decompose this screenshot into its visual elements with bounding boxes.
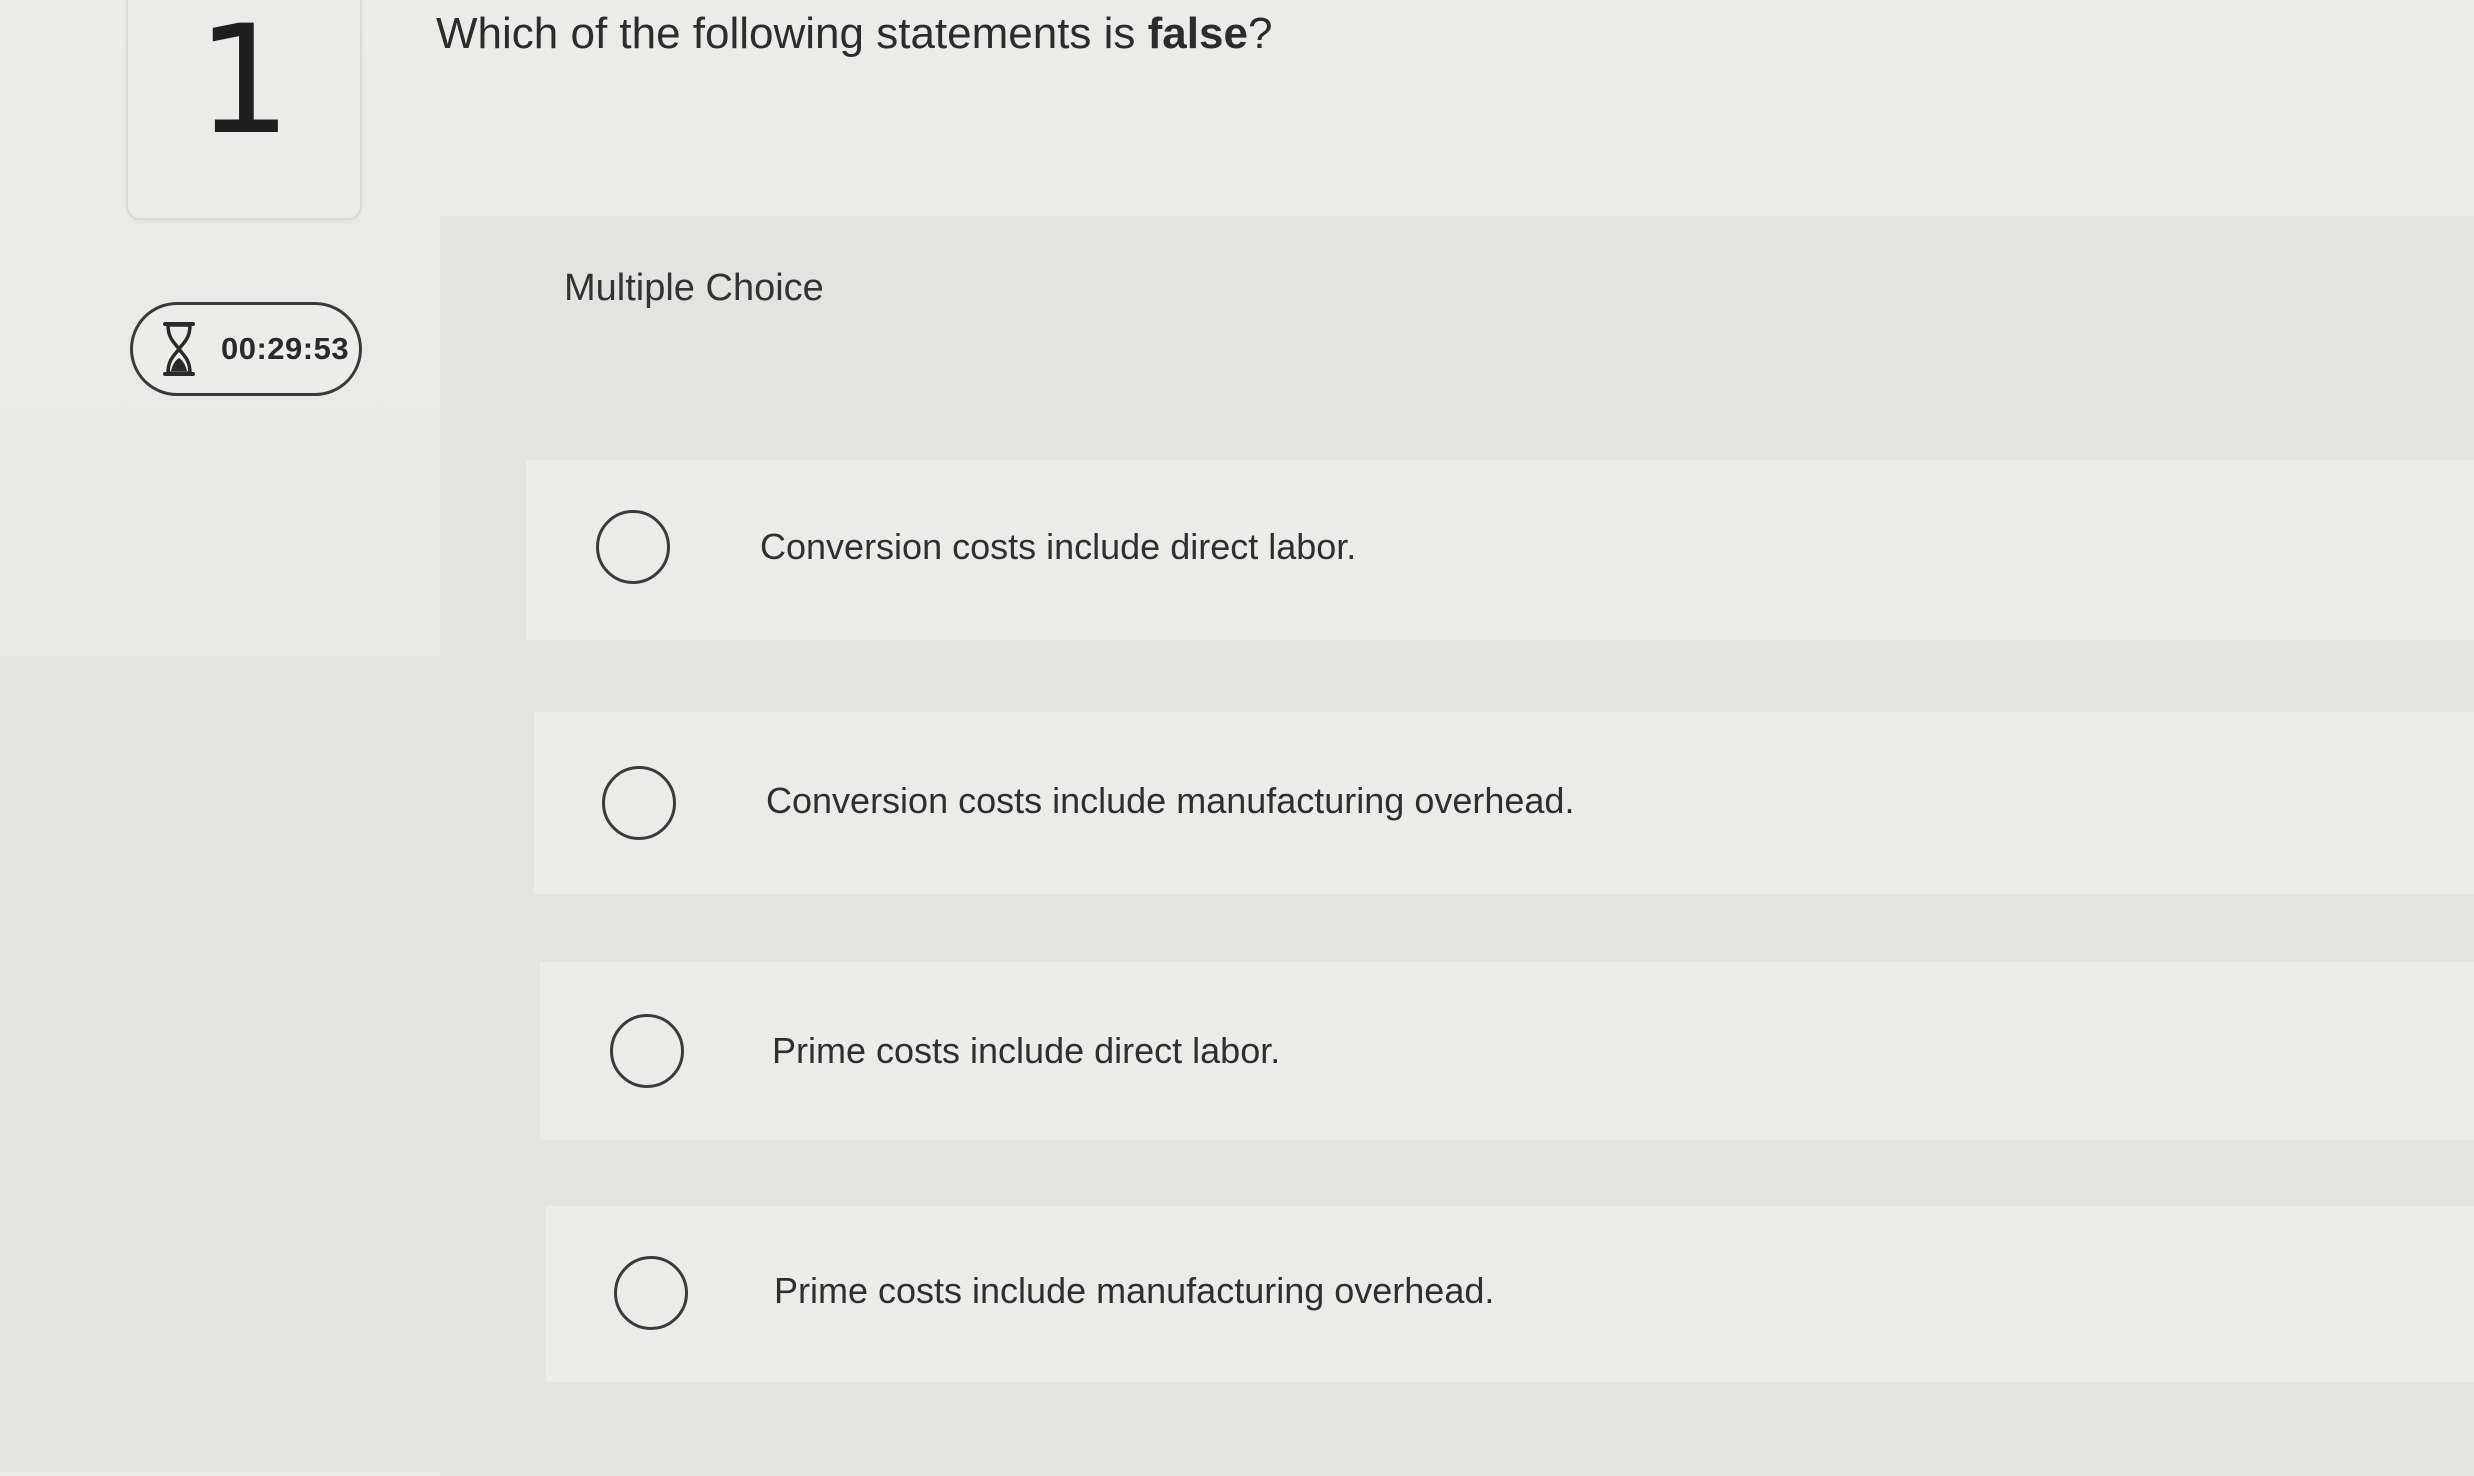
prompt-suffix: ?: [1247, 9, 1273, 58]
question-prompt: Which of the following statements is fal…: [436, 2, 1272, 66]
answer-option-4[interactable]: Prime costs include manufacturing overhe…: [546, 1206, 2474, 1382]
radio-button[interactable]: [596, 510, 670, 584]
answer-option-2[interactable]: Conversion costs include manufacturing o…: [534, 712, 2474, 894]
hourglass-icon: [163, 322, 195, 376]
timer-badge: 00:29:53: [130, 302, 362, 396]
answer-option-label: Conversion costs include direct labor.: [760, 526, 1357, 567]
answer-option-3[interactable]: Prime costs include direct labor.: [540, 962, 2474, 1140]
question-number-card: 1: [126, 0, 362, 220]
quiz-page: 1 00:29:53 Which of the following statem…: [0, 0, 2474, 1476]
answer-type-label: Multiple Choice: [564, 267, 824, 309]
answer-option-label: Conversion costs include manufacturing o…: [766, 780, 1575, 821]
answer-option-label: Prime costs include direct labor.: [772, 1030, 1281, 1071]
radio-button[interactable]: [602, 766, 676, 840]
prompt-emphasis: false: [1147, 9, 1248, 58]
answer-option-label: Prime costs include manufacturing overhe…: [774, 1270, 1495, 1311]
prompt-text: Which of the following statements is: [436, 9, 1148, 58]
question-number: 1: [196, 0, 292, 168]
timer-value: 00:29:53: [221, 331, 350, 366]
radio-button[interactable]: [614, 1256, 688, 1330]
answer-option-1[interactable]: Conversion costs include direct labor.: [526, 460, 2474, 640]
radio-button[interactable]: [610, 1014, 684, 1088]
